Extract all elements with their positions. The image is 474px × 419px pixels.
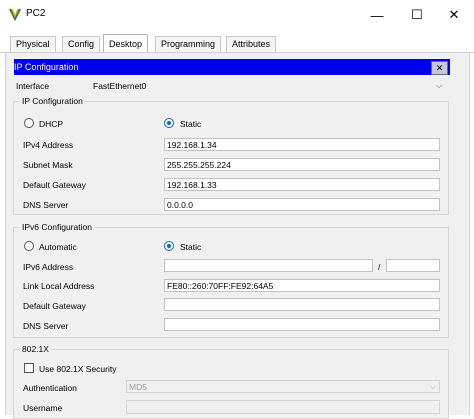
default-gateway-label: Default Gateway bbox=[23, 180, 86, 190]
ipv6-prefix-field[interactable] bbox=[386, 259, 440, 272]
dns-server-field[interactable]: 0.0.0.0 bbox=[164, 198, 440, 211]
use-dot1x-label: Use 802.1X Security bbox=[39, 364, 117, 374]
window-title: PC2 bbox=[26, 8, 46, 19]
dhcp-label: DHCP bbox=[39, 119, 64, 129]
automatic-ipv6-label: Automatic bbox=[39, 242, 77, 252]
pc-app-icon bbox=[9, 8, 21, 21]
interface-select[interactable]: FastEthernet0 bbox=[93, 81, 146, 91]
interface-label: Interface bbox=[16, 81, 50, 91]
close-window-button[interactable]: ✕ bbox=[434, 0, 474, 30]
ipv4-address-label: IPv4 Address bbox=[23, 140, 74, 150]
ipv6-address-field[interactable] bbox=[164, 259, 373, 272]
dot1x-group-title: 802.1X bbox=[20, 344, 51, 354]
automatic-ipv6-radio[interactable] bbox=[24, 241, 34, 251]
link-local-label: Link Local Address bbox=[23, 281, 95, 291]
static-ipv6-radio[interactable] bbox=[164, 241, 174, 251]
ipv4-address-field[interactable]: 192.168.1.34 bbox=[164, 138, 440, 151]
username-field[interactable] bbox=[126, 400, 440, 414]
dhcp-radio[interactable] bbox=[24, 118, 34, 128]
tab-config[interactable]: Config bbox=[62, 36, 101, 52]
panel-close-button[interactable]: ✕ bbox=[431, 61, 448, 75]
static-ipv4-label: Static bbox=[180, 119, 202, 129]
subnet-mask-label: Subnet Mask bbox=[23, 160, 73, 170]
authentication-label: Authentication bbox=[23, 383, 77, 393]
tab-physical[interactable]: Physical bbox=[10, 36, 56, 52]
prefix-separator: / bbox=[378, 262, 381, 272]
static-ipv4-radio[interactable] bbox=[164, 118, 174, 128]
static-ipv6-label: Static bbox=[180, 242, 202, 252]
ipv6-dns-label: DNS Server bbox=[23, 321, 69, 331]
username-label: Username bbox=[23, 403, 63, 413]
vertical-scrollbar[interactable] bbox=[455, 60, 469, 414]
subnet-mask-field[interactable]: 255.255.255.224 bbox=[164, 158, 440, 171]
tab-desktop[interactable]: Desktop bbox=[103, 34, 149, 53]
ipv6-dns-field[interactable] bbox=[164, 318, 440, 331]
default-gateway-field[interactable]: 192.168.1.33 bbox=[164, 178, 440, 191]
chevron-down-icon[interactable]: ⌵ bbox=[436, 81, 442, 91]
auth-chevron-down-icon[interactable]: ⌵ bbox=[430, 382, 436, 392]
panel-title: IP Configuration bbox=[14, 59, 450, 75]
ipv6-group-title: IPv6 Configuration bbox=[20, 222, 94, 232]
link-local-field[interactable]: FE80::260:70FF:FE92:64A5 bbox=[164, 279, 440, 292]
tab-attributes[interactable]: Attributes bbox=[226, 36, 277, 52]
authentication-select[interactable]: MD5 bbox=[126, 380, 440, 393]
dns-server-label: DNS Server bbox=[23, 200, 69, 210]
ipv6-gateway-field[interactable] bbox=[164, 298, 440, 311]
ipv6-address-label: IPv6 Address bbox=[23, 262, 74, 272]
use-dot1x-checkbox[interactable] bbox=[24, 363, 34, 373]
ipv4-group-title: IP Configuration bbox=[20, 96, 85, 106]
ipv6-gateway-label: Default Gateway bbox=[23, 301, 86, 311]
tab-programming[interactable]: Programming bbox=[155, 36, 222, 52]
